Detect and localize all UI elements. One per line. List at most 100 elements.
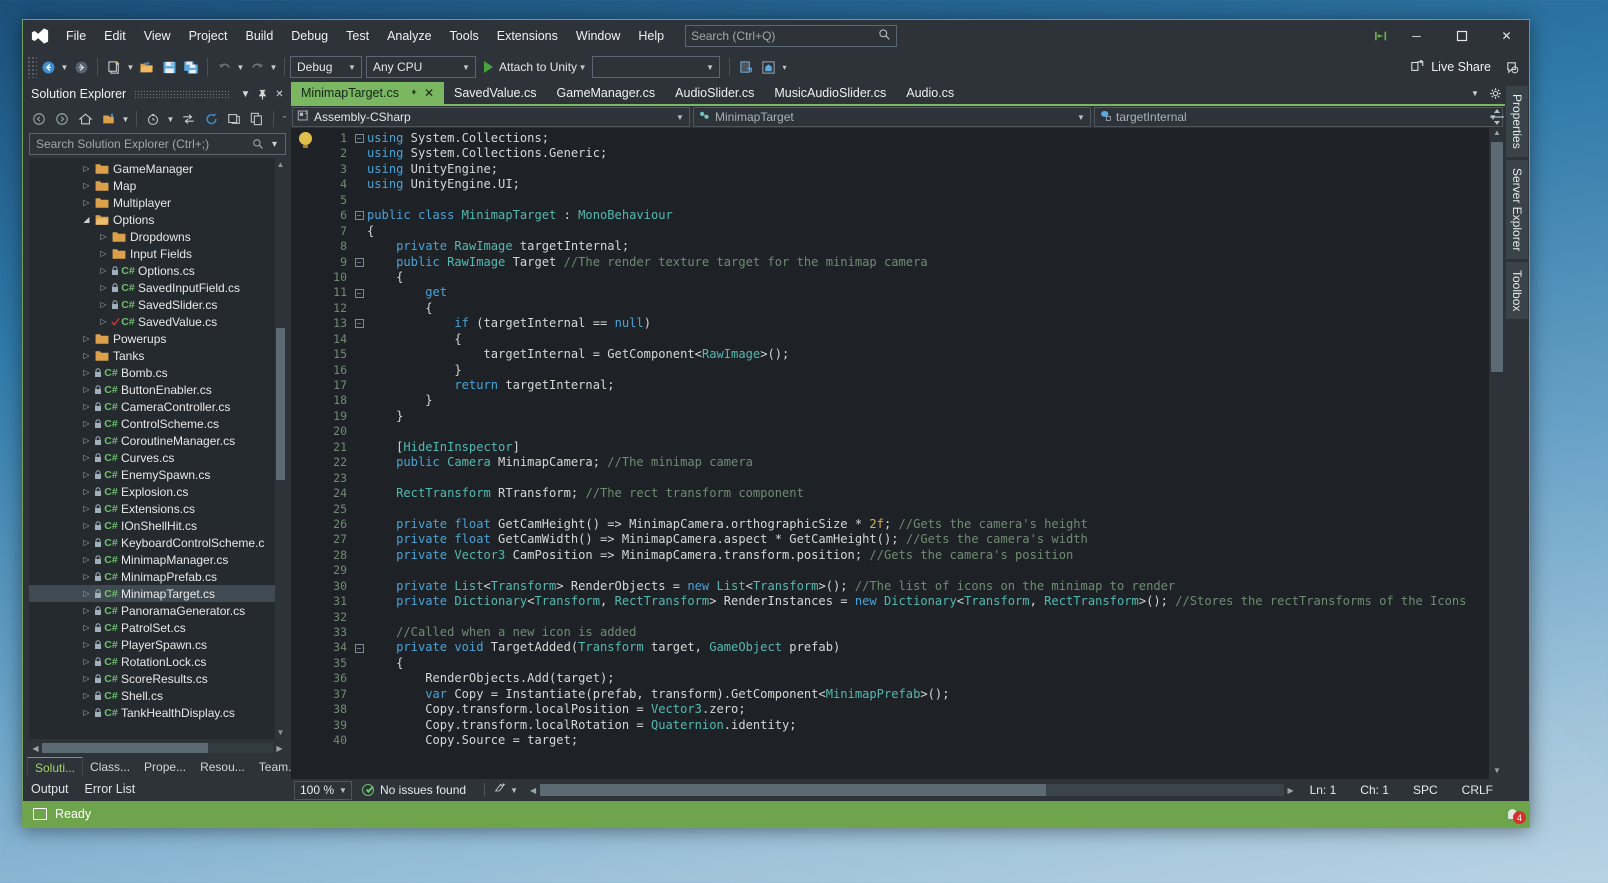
code-analysis-icon[interactable]	[493, 782, 508, 798]
editor-hscroll-track[interactable]	[540, 784, 1284, 796]
close-tab-icon[interactable]: ✕	[424, 86, 434, 100]
tab-output[interactable]: Output	[31, 782, 69, 796]
tree-item[interactable]: ▷ C# KeyboardControlScheme.c	[29, 534, 286, 551]
expand-arrow-icon[interactable]: ▷	[80, 419, 93, 428]
menu-help[interactable]: Help	[629, 20, 673, 52]
quick-launch-search[interactable]: Search (Ctrl+Q)	[685, 25, 898, 47]
tree-item[interactable]: ▷ C# PlayerSpawn.cs	[29, 636, 286, 653]
editor-tab[interactable]: MinimapTarget.cs ✕	[291, 82, 445, 104]
lightbulb-suggestion-icon[interactable]	[298, 132, 312, 149]
code-folding-margin[interactable]: − − − − − −	[351, 128, 367, 779]
solution-bottom-tab[interactable]: Soluti...	[27, 757, 84, 777]
toolbar-grip[interactable]	[27, 56, 37, 78]
expand-arrow-icon[interactable]: ▷	[80, 198, 93, 207]
tree-item[interactable]: ▷ Multiplayer	[29, 194, 286, 211]
scroll-left-arrow-icon[interactable]: ◀	[29, 744, 42, 753]
tree-item[interactable]: ▷ Input Fields	[29, 245, 286, 262]
spaces-indicator[interactable]: SPC	[1401, 783, 1450, 797]
notifications-button[interactable]: 4	[1501, 804, 1526, 824]
feedback-icon[interactable]	[1368, 20, 1394, 52]
toolbar-overflow-icon[interactable]: ▾	[779, 55, 790, 79]
expand-arrow-icon[interactable]: ▷	[80, 589, 93, 598]
navigate-backward-icon[interactable]	[37, 55, 59, 79]
hscroll-left-icon[interactable]: ◀	[526, 786, 540, 795]
solution-tree[interactable]: ▷ GameManager ▷ Map ▷ Multiplayer ◢ Options ▷ Dro…	[29, 158, 286, 739]
expand-arrow-icon[interactable]: ▷	[80, 504, 93, 513]
expand-arrow-icon[interactable]: ▷	[80, 402, 93, 411]
tree-item[interactable]: ▷ Dropdowns	[29, 228, 286, 245]
save-all-icon[interactable]	[180, 55, 202, 79]
document-settings-gear-icon[interactable]	[1485, 82, 1505, 104]
solution-configuration-combo[interactable]: Debug ▼	[290, 56, 362, 78]
zoom-level-combo[interactable]: 100 % ▼	[294, 780, 352, 800]
fold-toggle-icon[interactable]: −	[354, 257, 364, 267]
unity-attach-icon[interactable]	[735, 55, 757, 79]
menu-debug[interactable]: Debug	[282, 20, 337, 52]
pending-changes-icon[interactable]	[142, 108, 164, 130]
expand-arrow-icon[interactable]: ▷	[97, 317, 110, 326]
tab-list-dropdown-icon[interactable]: ▼	[1465, 82, 1485, 104]
tree-item[interactable]: ▷ GameManager	[29, 160, 286, 177]
switch-views-dropdown-icon[interactable]: ▼	[120, 107, 131, 131]
navigate-forward-icon[interactable]	[70, 55, 92, 79]
tree-horizontal-scrollbar[interactable]: ◀ ▶	[29, 741, 286, 755]
tree-item[interactable]: ▷ C# SavedSlider.cs	[29, 296, 286, 313]
tree-item[interactable]: ▷ C# CoroutineManager.cs	[29, 432, 286, 449]
editor-hscroll-thumb[interactable]	[540, 784, 1046, 796]
menu-analyze[interactable]: Analyze	[378, 20, 440, 52]
tree-item[interactable]: ▷ C# Explosion.cs	[29, 483, 286, 500]
expand-arrow-icon[interactable]: ▷	[80, 436, 93, 445]
code-analysis-dropdown-icon[interactable]: ▼	[508, 786, 520, 795]
expand-arrow-icon[interactable]: ▷	[97, 266, 110, 275]
editor-tab[interactable]: MusicAudioSlider.cs	[764, 82, 896, 104]
fold-toggle-icon[interactable]: −	[354, 319, 364, 329]
undo-dropdown-icon[interactable]: ▼	[235, 55, 246, 79]
tab-error-list[interactable]: Error List	[85, 782, 136, 796]
editor-split-handle[interactable]	[1489, 106, 1505, 128]
editor-tab[interactable]: AudioSlider.cs	[665, 82, 764, 104]
editor-horizontal-scrollbar[interactable]: ◀ ▶	[526, 782, 1298, 798]
solution-bottom-tab[interactable]: Prope...	[137, 757, 193, 777]
scroll-right-arrow-icon[interactable]: ▶	[273, 744, 286, 753]
tree-item[interactable]: ▷ C# Bomb.cs	[29, 364, 286, 381]
menu-file[interactable]: File	[57, 20, 95, 52]
expand-arrow-icon[interactable]: ▷	[80, 351, 93, 360]
expand-arrow-icon[interactable]: ▷	[80, 555, 93, 564]
tree-item[interactable]: ▷ C# TankHealthDisplay.cs	[29, 704, 286, 721]
expand-arrow-icon[interactable]: ▷	[97, 249, 110, 258]
tree-item[interactable]: ▷ C# Shell.cs	[29, 687, 286, 704]
close-button[interactable]: ✕	[1484, 20, 1529, 52]
hscroll-right-icon[interactable]: ▶	[1284, 786, 1298, 795]
expand-arrow-icon[interactable]: ▷	[80, 640, 93, 649]
expand-arrow-icon[interactable]: ▷	[97, 300, 110, 309]
hscroll-thumb[interactable]	[42, 743, 209, 753]
fold-toggle-icon[interactable]: −	[354, 643, 364, 653]
tree-item[interactable]: ▷ C# SavedInputField.cs	[29, 279, 286, 296]
switch-views-icon[interactable]	[97, 108, 119, 130]
solution-platform-combo[interactable]: Any CPU ▼	[366, 56, 476, 78]
undo-icon[interactable]	[213, 55, 235, 79]
nav-project-combo[interactable]: Assembly-CSharp ▼	[292, 107, 690, 127]
expand-arrow-icon[interactable]: ▷	[80, 708, 93, 717]
navigate-backward-dropdown-icon[interactable]: ▼	[59, 55, 70, 79]
editor-scroll-thumb[interactable]	[1491, 142, 1503, 372]
tree-item[interactable]: ◢ Options	[29, 211, 286, 228]
scroll-up-arrow-icon[interactable]: ▲	[275, 158, 286, 171]
close-panel-icon[interactable]: ✕	[271, 84, 288, 104]
expand-arrow-icon[interactable]: ▷	[80, 623, 93, 632]
sync-with-active-document-icon[interactable]	[177, 108, 199, 130]
solution-bottom-tab[interactable]: Class...	[83, 757, 137, 777]
tree-item[interactable]: ▷ C# PanoramaGenerator.cs	[29, 602, 286, 619]
expand-arrow-icon[interactable]: ▷	[97, 232, 110, 241]
home-icon[interactable]	[74, 108, 96, 130]
tree-item[interactable]: ▷ Tanks	[29, 347, 286, 364]
search-options-dropdown-icon[interactable]: ▾	[266, 134, 283, 154]
tree-item[interactable]: ▷ C# SavedValue.cs	[29, 313, 286, 330]
tree-item[interactable]: ▷ C# ControlScheme.cs	[29, 415, 286, 432]
tree-item[interactable]: ▷ C# ScoreResults.cs	[29, 670, 286, 687]
panel-dropdown-icon[interactable]: ▼	[237, 84, 254, 104]
solution-search-box[interactable]: Search Solution Explorer (Ctrl+;) ▾	[29, 133, 286, 155]
expand-arrow-icon[interactable]: ▷	[80, 657, 93, 666]
tree-item[interactable]: ▷ C# PatrolSet.cs	[29, 619, 286, 636]
minimize-button[interactable]: ─	[1394, 20, 1439, 52]
